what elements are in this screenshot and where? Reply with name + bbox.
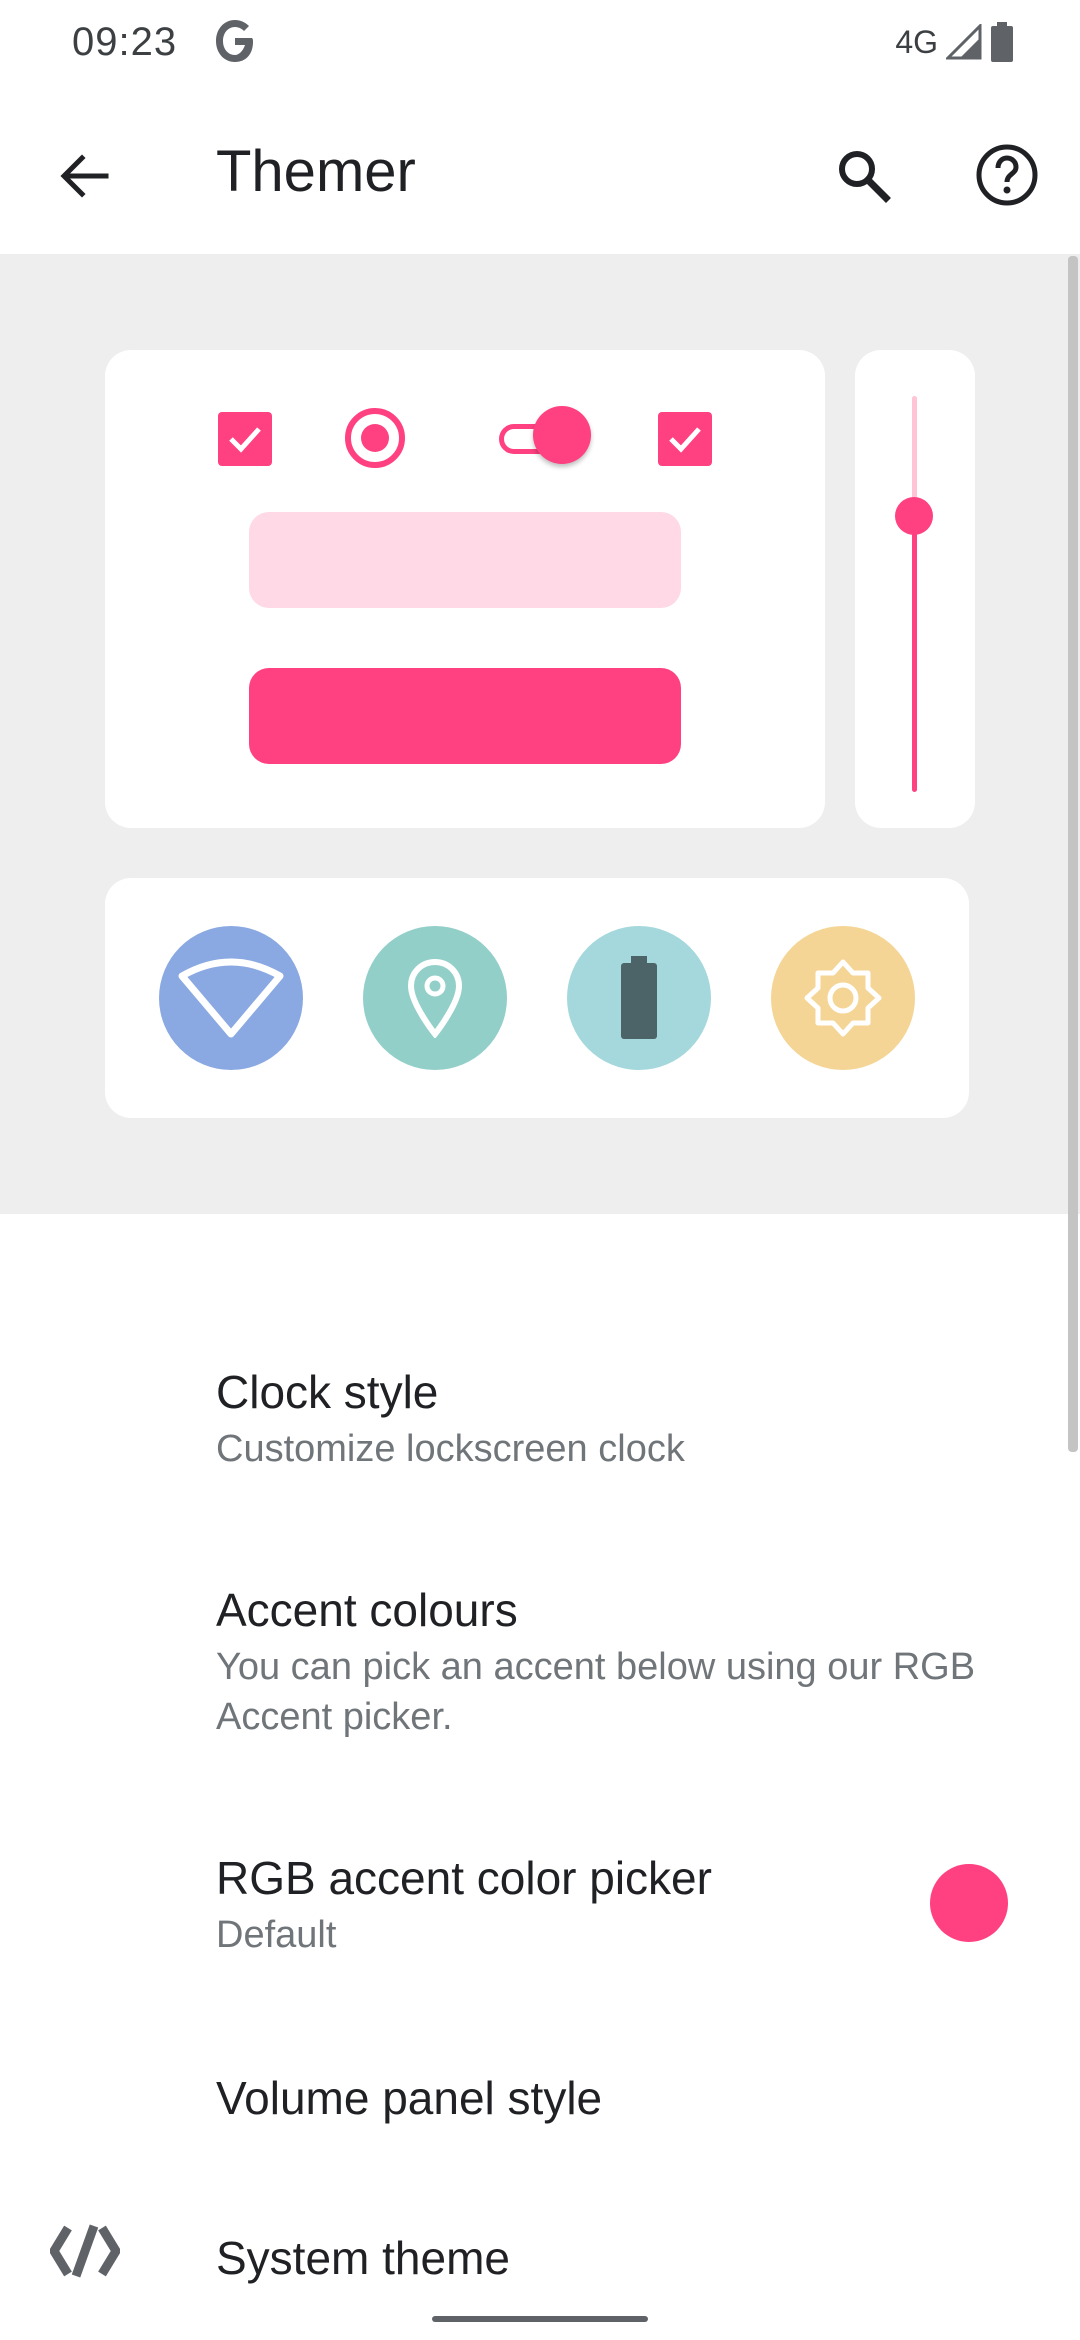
preview-checkbox xyxy=(658,412,712,466)
gesture-nav-handle[interactable] xyxy=(432,2316,648,2322)
preview-controls-card xyxy=(105,350,825,828)
setting-summary: You can pick an accent below using our R… xyxy=(216,1646,976,1738)
setting-title: System theme xyxy=(216,2232,510,2284)
theme-preview xyxy=(0,254,1080,1214)
preview-slider-fill xyxy=(912,516,917,792)
setting-summary: Customize lockscreen clock xyxy=(216,1428,685,1470)
back-arrow-icon xyxy=(60,154,109,198)
page-title: Themer xyxy=(216,139,416,204)
location-tile xyxy=(363,926,507,1070)
check-icon xyxy=(669,427,701,453)
signal-icon xyxy=(946,24,982,60)
setting-title: Volume panel style xyxy=(216,2072,603,2124)
wifi-tile xyxy=(159,926,303,1070)
back-button[interactable] xyxy=(50,142,118,210)
preview-slider-thumb xyxy=(895,497,933,535)
help-button[interactable] xyxy=(970,138,1044,212)
brightness-tile xyxy=(771,926,915,1070)
setting-title: Accent colours xyxy=(216,1584,518,1636)
scrollbar[interactable] xyxy=(1068,256,1078,1452)
status-time: 09:23 xyxy=(72,20,178,64)
setting-title: RGB accent color picker xyxy=(216,1852,712,1904)
google-g-icon xyxy=(216,20,253,62)
wifi-icon xyxy=(178,958,284,1038)
accent-color-swatch[interactable] xyxy=(930,1864,1008,1942)
preview-radio xyxy=(345,408,405,468)
code-brackets-icon xyxy=(50,2224,120,2278)
network-type: 4G xyxy=(895,23,938,60)
help-icon xyxy=(976,144,1038,206)
search-button[interactable] xyxy=(828,140,898,210)
brightness-icon xyxy=(804,959,882,1037)
app-bar: Themer xyxy=(0,90,1080,254)
preview-light-button xyxy=(249,512,681,608)
setting-clock-style[interactable]: Clock style Customize lockscreen clock xyxy=(216,1364,1016,1474)
status-indicators: 4G xyxy=(895,22,1014,62)
preview-switch xyxy=(495,406,595,470)
setting-accent-colours[interactable]: Accent colours You can pick an accent be… xyxy=(216,1582,996,1742)
preview-solid-button xyxy=(249,668,681,764)
battery-icon xyxy=(991,22,1013,62)
location-pin-icon xyxy=(407,958,463,1038)
battery-icon xyxy=(621,956,657,1039)
preview-slider-card xyxy=(855,350,975,828)
preview-quick-tiles-card xyxy=(105,878,969,1118)
search-icon xyxy=(839,151,891,203)
preview-checkbox xyxy=(218,412,272,466)
setting-system-theme[interactable]: System theme xyxy=(216,2230,916,2286)
battery-tile xyxy=(567,926,711,1070)
setting-volume-panel-style[interactable]: Volume panel style xyxy=(216,2070,1016,2126)
check-icon xyxy=(229,427,261,453)
status-bar: 09:23 4G xyxy=(0,0,1080,90)
setting-title: Clock style xyxy=(216,1366,439,1418)
setting-rgb-accent-picker[interactable]: RGB accent color picker Default xyxy=(216,1850,916,1960)
setting-summary: Default xyxy=(216,1914,337,1956)
